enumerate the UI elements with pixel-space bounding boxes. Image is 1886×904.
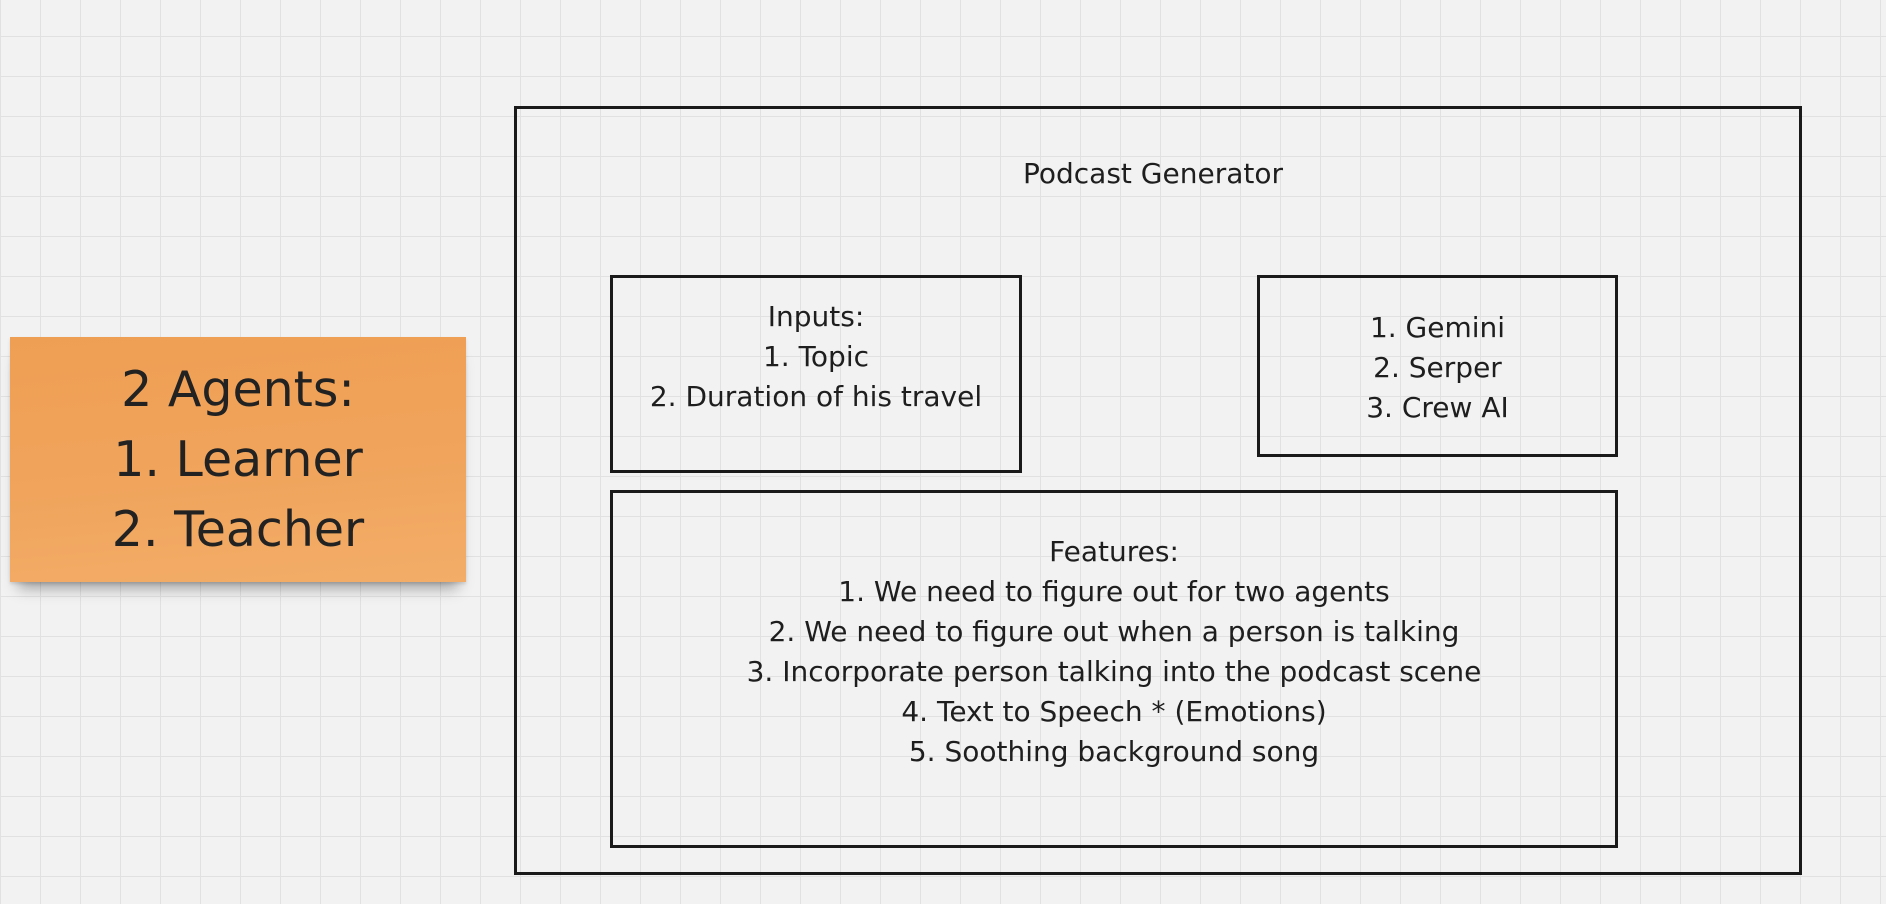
sticky-note-line: 2. Teacher <box>111 500 365 558</box>
features-line: 5. Soothing background song <box>908 735 1320 768</box>
whiteboard-canvas[interactable]: 2 Agents: 1. Learner 2. Teacher Podcast … <box>0 0 1886 904</box>
tools-line: 2. Serper <box>1373 351 1502 384</box>
tools-line: 3. Crew AI <box>1366 391 1509 424</box>
sticky-note-line: 1. Learner <box>113 430 363 488</box>
features-line: Features: <box>1049 535 1179 568</box>
features-line: 1. We need to figure out for two agents <box>838 575 1390 608</box>
inputs-line: 1. Topic <box>762 340 870 373</box>
tools-line: 1. Gemini <box>1369 311 1506 344</box>
tools-text: 1. Gemini 2. Serper 3. Crew AI <box>1260 308 1615 428</box>
features-text: Features: 1. We need to figure out for t… <box>613 532 1615 772</box>
features-line: 4. Text to Speech * (Emotions) <box>901 695 1327 728</box>
tools-box[interactable]: 1. Gemini 2. Serper 3. Crew AI <box>1257 275 1618 457</box>
inputs-line: 2. Duration of his travel <box>649 380 983 413</box>
features-line: 3. Incorporate person talking into the p… <box>746 655 1482 688</box>
sticky-note-line: 2 Agents: <box>121 360 355 418</box>
features-box[interactable]: Features: 1. We need to figure out for t… <box>610 490 1618 848</box>
inputs-box[interactable]: Inputs: 1. Topic 2. Duration of his trav… <box>610 275 1022 473</box>
sticky-note-agents[interactable]: 2 Agents: 1. Learner 2. Teacher <box>10 337 466 582</box>
frame-title: Podcast Generator <box>1023 157 1283 190</box>
inputs-line: Inputs: <box>767 300 865 333</box>
inputs-text: Inputs: 1. Topic 2. Duration of his trav… <box>613 297 1019 417</box>
features-line: 2. We need to figure out when a person i… <box>768 615 1460 648</box>
